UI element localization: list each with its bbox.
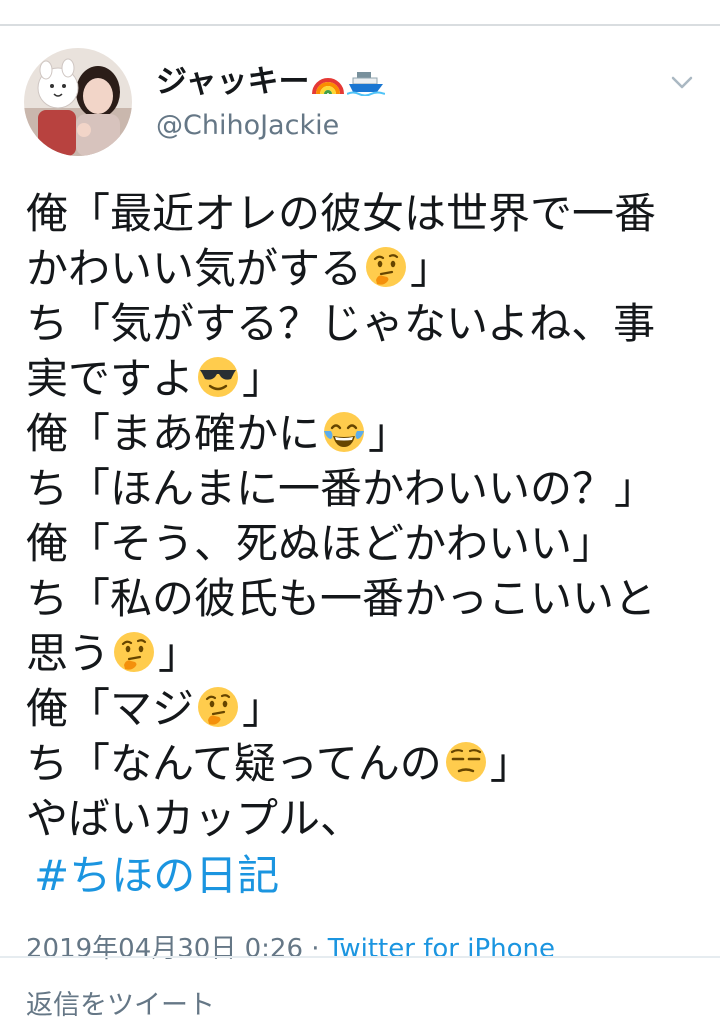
ship-icon [347, 66, 386, 104]
tweet-line: ち「なんて疑ってんの 」 [26, 736, 706, 791]
tweet-line-tail: 」 [368, 409, 411, 458]
tweet-line: ち「私の彼氏も一番かっこいいと [26, 571, 706, 626]
thinking-face-icon [366, 247, 407, 287]
tweet-text: 俺「最近オレの彼女は世界で一番 かわいい気がする 」 ち「気がする？じゃないよね… [26, 186, 706, 903]
meta-separator: · [303, 934, 328, 964]
avatar[interactable] [24, 48, 132, 156]
tweet-line-text: 俺「マジ [26, 684, 195, 733]
tweet-line: 俺「マジ 」 [26, 681, 706, 736]
tweet-line-text: ち「ほんまに一番かわいいの？」 [26, 464, 657, 513]
display-name-text: ジャッキー [156, 64, 310, 100]
tweet-line-text: やばいカップル、 [26, 794, 363, 843]
tweet-line-text: 実ですよ [26, 354, 195, 403]
thinking-face-icon [198, 687, 239, 727]
tweet-source-link[interactable]: Twitter for iPhone [328, 934, 555, 964]
tweet-line-tail: 」 [242, 684, 285, 733]
chevron-down-icon[interactable] [668, 68, 696, 96]
tweet-header: ジャッキー @ChihoJackie [24, 48, 696, 158]
tweet-line-text: 俺「まあ確かに [26, 409, 321, 458]
tweet-line-text: ち「なんて疑ってんの [26, 739, 442, 788]
thinking-face-icon [114, 632, 155, 672]
tweet-line: 俺「最近オレの彼女は世界で一番 [26, 186, 706, 241]
rainbow-icon [311, 66, 345, 104]
tweet-line: ち「ほんまに一番かわいいの？」 [26, 461, 706, 516]
tweet-line-tail: 」 [489, 739, 532, 788]
tweet-line: 俺「まあ確かに 」 [26, 406, 706, 461]
sunglasses-face-icon [198, 357, 239, 397]
unamused-face-icon [445, 742, 486, 782]
user-handle[interactable]: @ChihoJackie [156, 110, 339, 141]
meta-divider [0, 956, 720, 958]
tweet-line-text: ち「私の彼氏も一番かっこいいと [26, 574, 657, 623]
tweet-line: かわいい気がする 」 [26, 241, 706, 296]
tweet-line-text: 思う [26, 629, 111, 678]
tweet-line-tail: 」 [158, 629, 201, 678]
tweet-line: ち「気がする？じゃないよね、事 [26, 296, 706, 351]
tweet-line: 俺「そう、死ぬほどかわいい」 [26, 516, 706, 571]
tweet-line: やばいカップル、 [26, 791, 706, 846]
tweet-meta: 2019年04月30日 0:26 · Twitter for iPhone [26, 928, 555, 965]
top-divider [0, 24, 720, 26]
hashtag-link[interactable]: #ちほの日記 [34, 848, 706, 903]
tweet-line: 実ですよ 」 [26, 351, 706, 406]
tweet-line-tail: 」 [242, 354, 285, 403]
tweet-line-text: かわいい気がする [26, 244, 363, 293]
display-name[interactable]: ジャッキー [156, 56, 386, 104]
tweet-line: 思う 」 [26, 626, 706, 681]
tears-of-joy-face-icon [324, 412, 365, 452]
reply-input[interactable]: 返信をツイート [26, 983, 215, 1022]
tweet-line-text: 俺「そう、死ぬほどかわいい」 [26, 519, 615, 568]
tweet-timestamp[interactable]: 2019年04月30日 0:26 [26, 934, 303, 964]
tweet-line-text: 俺「最近オレの彼女は世界で一番 [26, 189, 657, 238]
tweet-line-tail: 」 [410, 244, 453, 293]
tweet-line-text: ち「気がする？じゃないよね、事 [26, 299, 656, 348]
